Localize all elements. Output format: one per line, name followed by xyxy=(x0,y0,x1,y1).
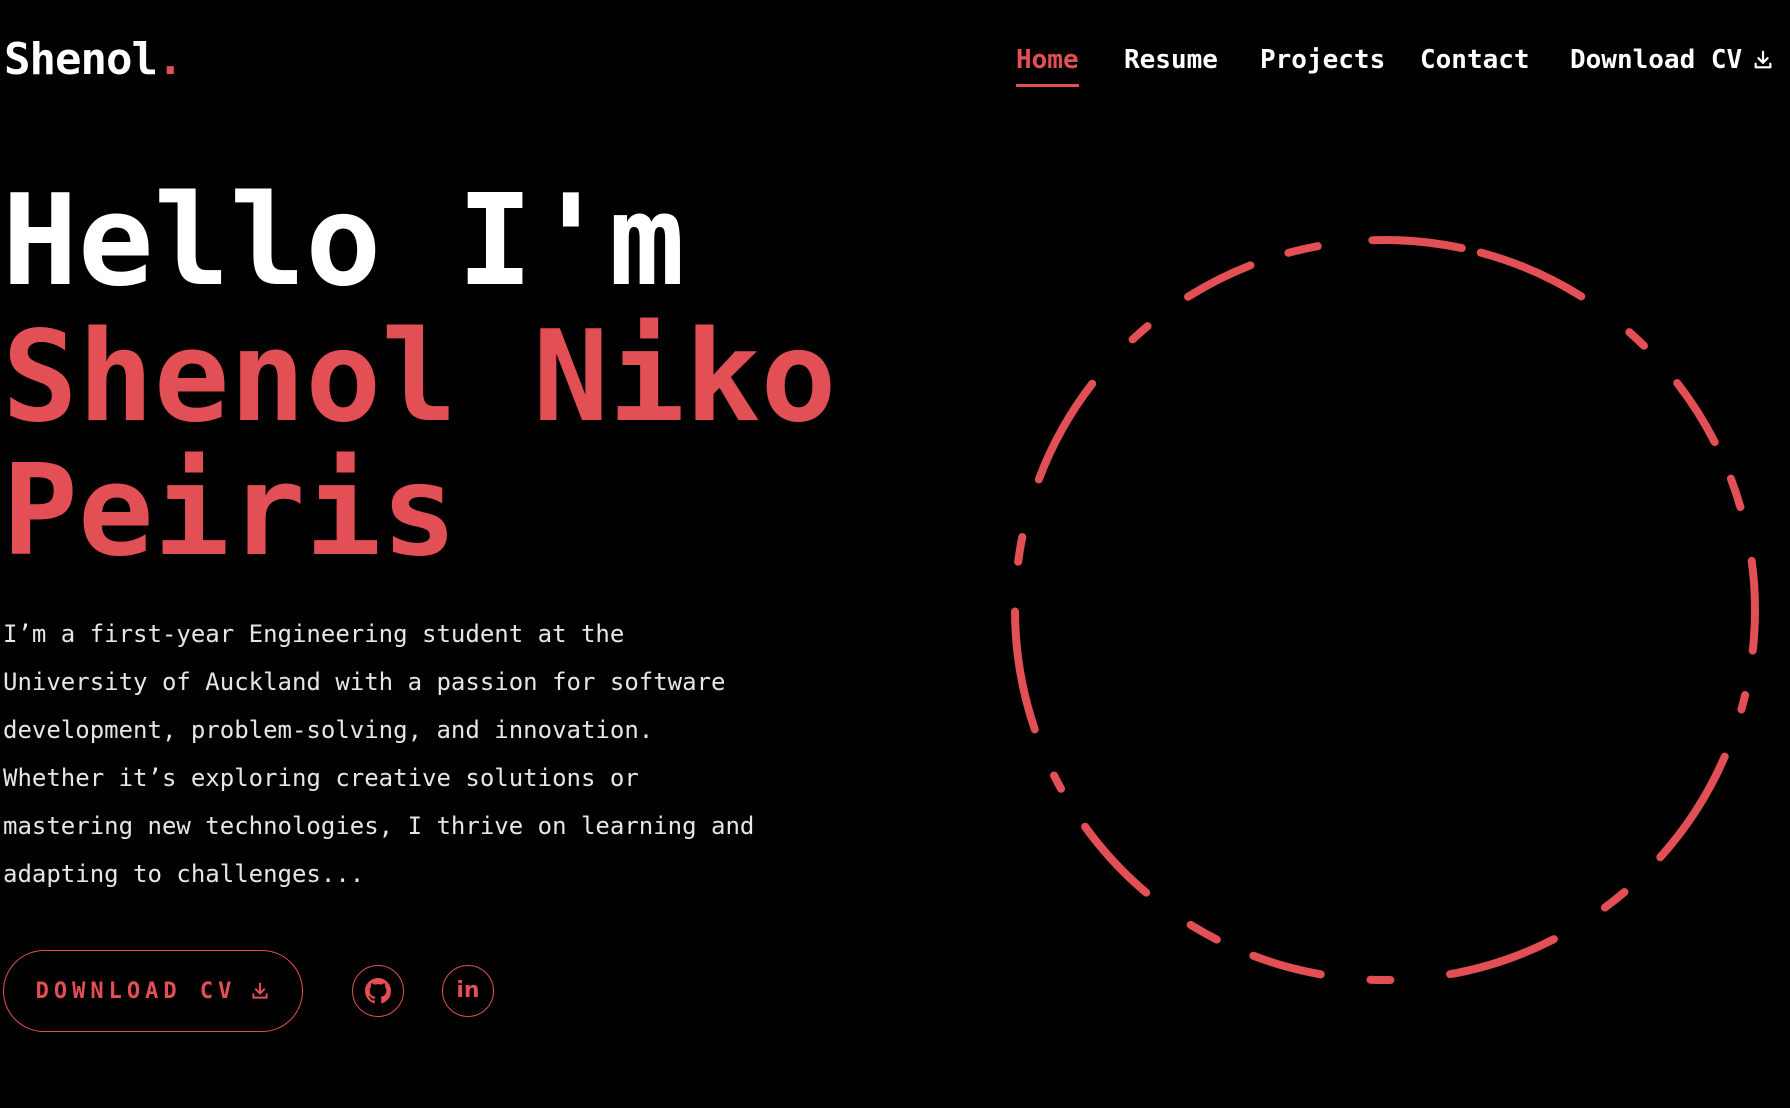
github-link[interactable] xyxy=(352,965,404,1017)
linkedin-link[interactable]: in xyxy=(442,965,494,1017)
nav-projects[interactable]: Projects xyxy=(1260,42,1385,78)
hero-bio: I’m a first-year Engineering student at … xyxy=(3,620,755,888)
nav-home-label: Home xyxy=(1016,45,1079,75)
hero-name-line1: Shenol Niko xyxy=(2,303,837,450)
hero-greeting: Hello I'm xyxy=(2,167,685,314)
hero-name-line2: Peiris xyxy=(2,437,458,584)
download-cv-button[interactable]: DOWNLOAD CV xyxy=(3,950,303,1032)
download-cv-button-label: DOWNLOAD CV xyxy=(35,978,237,1004)
nav-resume[interactable]: Resume xyxy=(1124,42,1218,78)
site-logo[interactable]: Shenol. xyxy=(4,32,183,88)
nav-home[interactable]: Home xyxy=(1016,42,1079,87)
nav-projects-label: Projects xyxy=(1260,45,1386,75)
github-icon xyxy=(365,978,391,1004)
nav-active-underline xyxy=(1016,84,1079,87)
page: Shenol. Home Resume Projects Contact Dow… xyxy=(0,0,1790,1108)
logo-text: Shenol xyxy=(4,34,158,85)
nav-download-cv-label: Download CV xyxy=(1570,45,1743,75)
nav-download-cv[interactable]: Download CV xyxy=(1570,42,1774,78)
logo-dot: . xyxy=(156,34,183,85)
linkedin-icon: in xyxy=(456,978,480,1003)
nav-contact[interactable]: Contact xyxy=(1420,42,1530,78)
download-icon xyxy=(252,982,269,999)
dashed-ring xyxy=(1011,236,1759,984)
main-nav: Home Resume Projects Contact Download CV xyxy=(1016,42,1772,90)
download-icon xyxy=(1754,50,1772,69)
nav-contact-label: Contact xyxy=(1420,45,1530,75)
nav-resume-label: Resume xyxy=(1124,45,1218,75)
hero-name: Shenol Niko Peiris xyxy=(2,310,902,578)
